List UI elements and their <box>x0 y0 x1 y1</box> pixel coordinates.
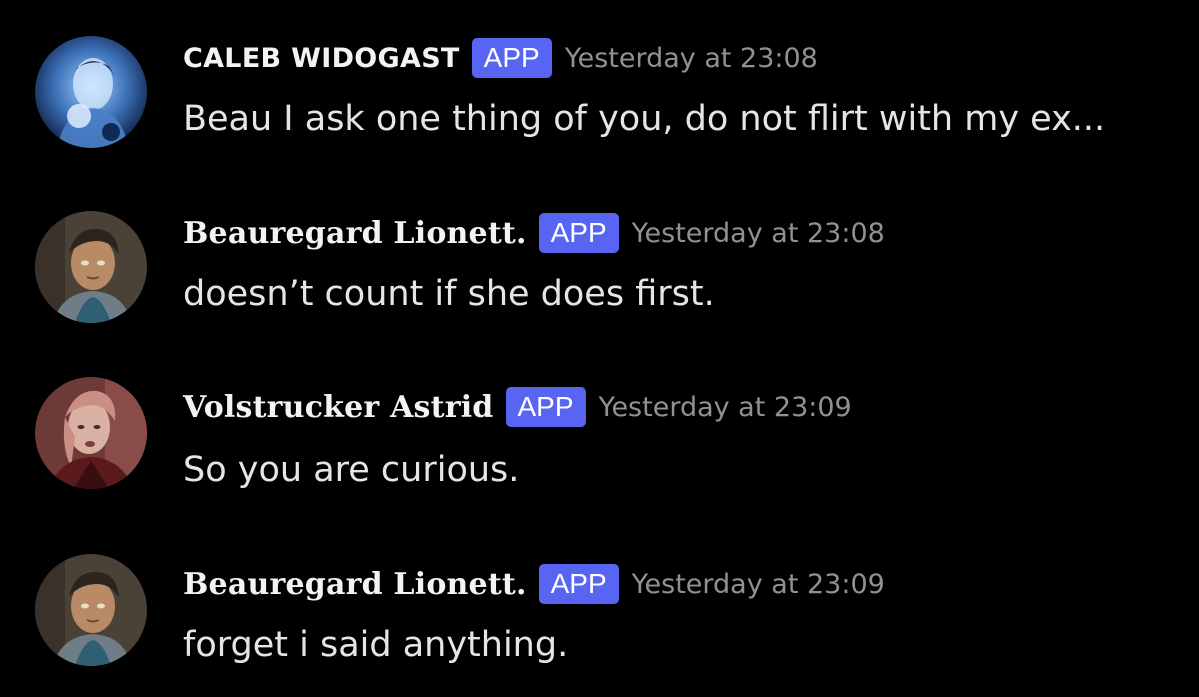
beauregard-avatar-icon[interactable] <box>35 211 147 323</box>
astrid-avatar-icon[interactable] <box>35 377 147 489</box>
message-feed: CALEB WIDOGAST APP Yesterday at 23:08 Be… <box>0 0 1199 697</box>
message-header: Beauregard Lionett. APP Yesterday at 23:… <box>183 562 885 606</box>
author-name[interactable]: Volstrucker Astrid <box>183 390 494 425</box>
timestamp[interactable]: Yesterday at 23:09 <box>599 392 852 423</box>
caleb-avatar-icon[interactable] <box>35 36 147 148</box>
message-content: So you are curious. <box>183 450 520 490</box>
message-header: Volstrucker Astrid APP Yesterday at 23:0… <box>183 385 852 429</box>
timestamp[interactable]: Yesterday at 23:08 <box>632 218 885 249</box>
app-badge: APP <box>538 564 619 604</box>
author-name[interactable]: CALEB WIDOGAST <box>183 43 460 74</box>
app-badge: APP <box>471 38 552 78</box>
app-badge: APP <box>538 213 619 253</box>
message-item: Volstrucker Astrid APP Yesterday at 23:0… <box>0 351 1199 501</box>
message-content: Beau I ask one thing of you, do not flir… <box>183 99 1106 139</box>
app-badge: APP <box>505 387 586 427</box>
timestamp[interactable]: Yesterday at 23:09 <box>632 569 885 600</box>
message-content: doesn’t count if she does first. <box>183 274 715 314</box>
message-item: Beauregard Lionett. APP Yesterday at 23:… <box>0 175 1199 325</box>
author-name[interactable]: Beauregard Lionett. <box>183 216 527 251</box>
message-header: Beauregard Lionett. APP Yesterday at 23:… <box>183 211 885 255</box>
message-header: CALEB WIDOGAST APP Yesterday at 23:08 <box>183 36 818 80</box>
message-content: forget i said anything. <box>183 625 569 665</box>
message-item: CALEB WIDOGAST APP Yesterday at 23:08 Be… <box>0 0 1199 150</box>
timestamp[interactable]: Yesterday at 23:08 <box>565 43 818 74</box>
author-name[interactable]: Beauregard Lionett. <box>183 567 527 602</box>
message-item: Beauregard Lionett. APP Yesterday at 23:… <box>0 527 1199 677</box>
beauregard-avatar-icon[interactable] <box>35 554 147 666</box>
